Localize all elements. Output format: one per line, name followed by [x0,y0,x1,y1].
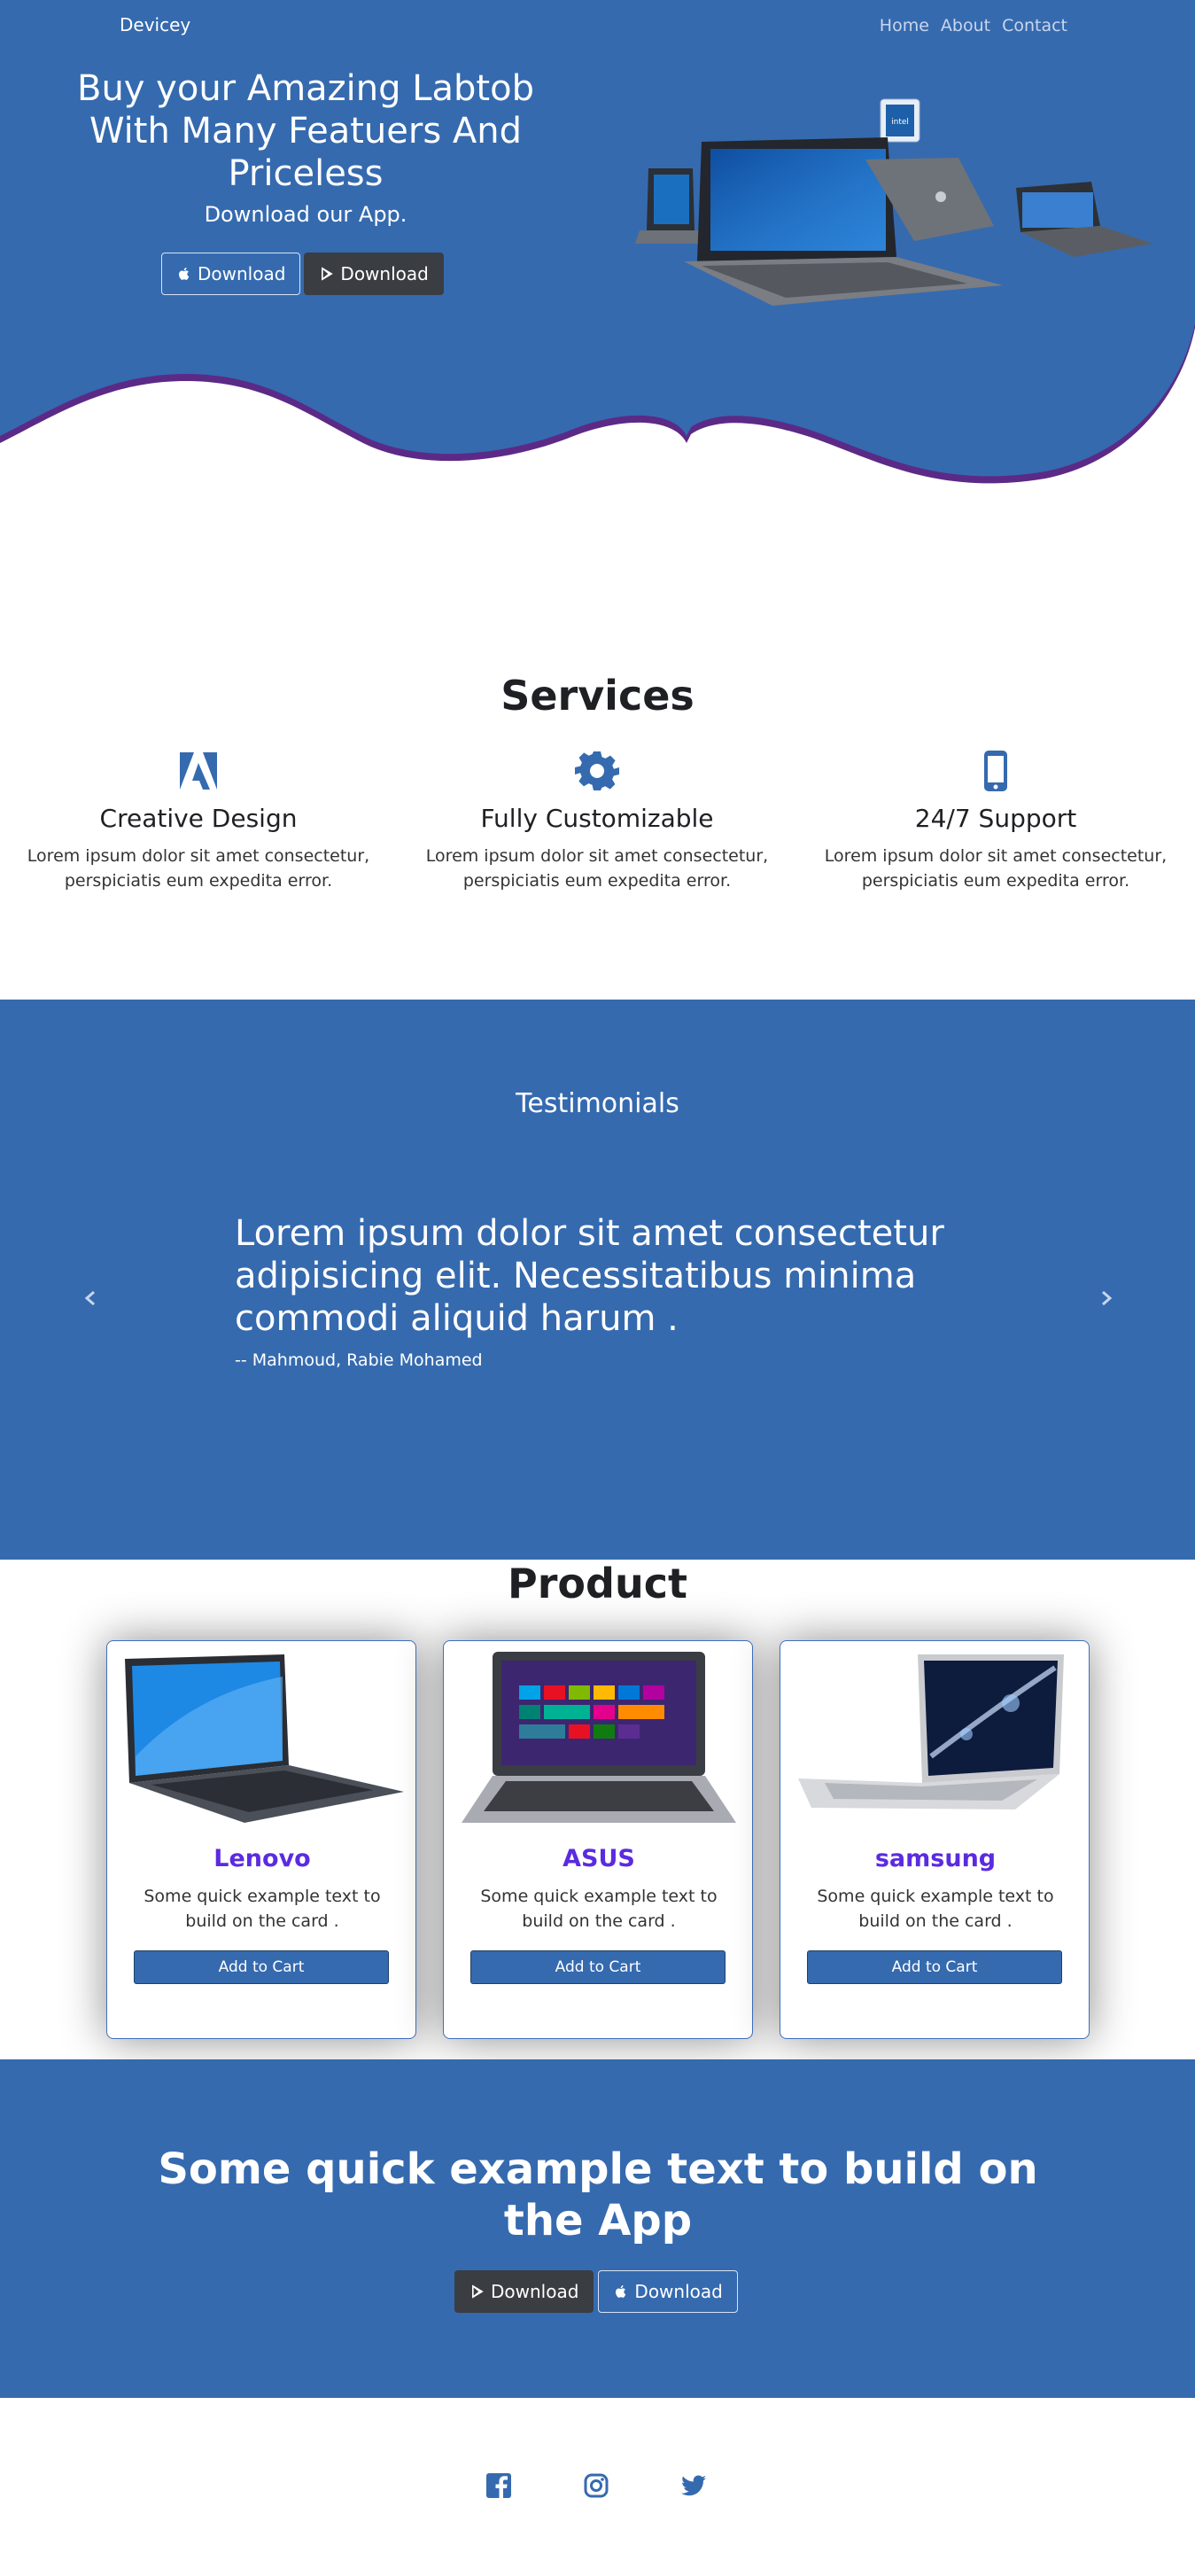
cta-download-ios-label: Download [634,2281,723,2302]
add-to-cart-button[interactable]: Add to Cart [134,1950,389,1984]
cta-title: Some quick example text to build on the … [158,2144,1038,2245]
adobe-icon [180,752,217,790]
cta-download-ios-button[interactable]: Download [598,2270,738,2313]
product-text: Some quick example text to build on the … [144,1887,381,1931]
services-title: Services [501,672,694,720]
product-text: Some quick example text to build on the … [817,1887,1054,1931]
intel-badge: intel [880,98,920,143]
service-support: 24/7 Support Lorem ipsum dolor sit amet … [805,749,1186,893]
hero-buttons: Download Download [161,253,444,295]
cta-download-android-button[interactable]: Download [454,2270,594,2313]
apple-icon [179,268,190,280]
hero-title: Buy your Amazing Labtob With Many Featue… [77,68,534,194]
add-to-cart-button[interactable]: Add to Cart [470,1950,726,1984]
testimonials-title: Testimonials [516,1088,679,1119]
cta-buttons: Download Download [454,2270,738,2313]
facebook-icon[interactable] [485,2471,513,2500]
twitter-icon[interactable] [679,2471,708,2500]
footer [0,2398,1195,2576]
product-name: samsung [874,1845,997,1872]
laptops-image: intel [635,98,1153,306]
nav-link-contact[interactable]: Contact [1002,16,1067,35]
products-title: Product [508,1560,687,1607]
product-card-asus: ASUS Some quick example text to build on… [443,1640,753,2039]
svg-text:intel: intel [891,118,909,127]
testimonial-author: -- Mahmoud, Rabie Mohamed [235,1350,483,1370]
laptop-asus-image [462,1652,736,1823]
navbar: Devicey Home About Contact [0,0,1195,53]
carousel-prev-icon[interactable] [77,1285,104,1311]
product-name: Lenovo [213,1845,311,1872]
service-text: Lorem ipsum dolor sit amet consectetur, … [824,846,1168,891]
laptop-right [1016,182,1153,257]
play-store-icon [322,267,333,281]
hero-download-ios-label: Download [198,263,286,284]
service-title: Fully Customizable [480,804,714,833]
hero-section: Devicey Home About Contact Buy your Amaz… [0,0,1195,496]
hero-download-android-button[interactable]: Download [304,253,444,295]
service-creative-design: Creative Design Lorem ipsum dolor sit am… [8,749,389,893]
product-card-lenovo: Lenovo Some quick example text to build … [106,1640,416,2039]
testimonials-section: Testimonials Lorem ipsum dolor sit amet … [0,1000,1195,1560]
nav-links: Home About Contact [880,16,1067,35]
service-text: Lorem ipsum dolor sit amet consectetur, … [425,846,769,891]
product-text: Some quick example text to build on the … [480,1887,718,1931]
product-name: ASUS [563,1845,635,1872]
service-text: Lorem ipsum dolor sit amet consectetur, … [27,846,370,891]
product-card-samsung: samsung Some quick example text to build… [780,1640,1090,2039]
instagram-icon[interactable] [582,2471,610,2500]
mobile-phone-icon [984,751,1007,791]
apple-icon [616,2285,626,2298]
service-fully-customizable: Fully Customizable Lorem ipsum dolor sit… [407,749,788,893]
gear-icon [575,751,619,790]
brand-logo[interactable]: Devicey [120,14,190,35]
hero-subtitle: Download our App. [204,202,407,227]
laptop-lenovo-image [125,1654,404,1823]
cta-section: Some quick example text to build on the … [0,2059,1195,2398]
hero-download-ios-button[interactable]: Download [161,253,301,295]
add-to-cart-button[interactable]: Add to Cart [807,1950,1062,1984]
play-store-icon [472,2284,484,2299]
cta-download-android-label: Download [491,2281,579,2302]
laptop-samsung-image [798,1654,1064,1809]
service-title: 24/7 Support [914,804,1077,833]
hero-download-android-label: Download [340,263,429,284]
nav-link-about[interactable]: About [941,16,990,35]
carousel-next-icon[interactable] [1093,1285,1120,1311]
nav-link-home[interactable]: Home [880,16,929,35]
service-title: Creative Design [99,804,298,833]
testimonial-quote: Lorem ipsum dolor sit amet consectetur a… [235,1213,944,1339]
